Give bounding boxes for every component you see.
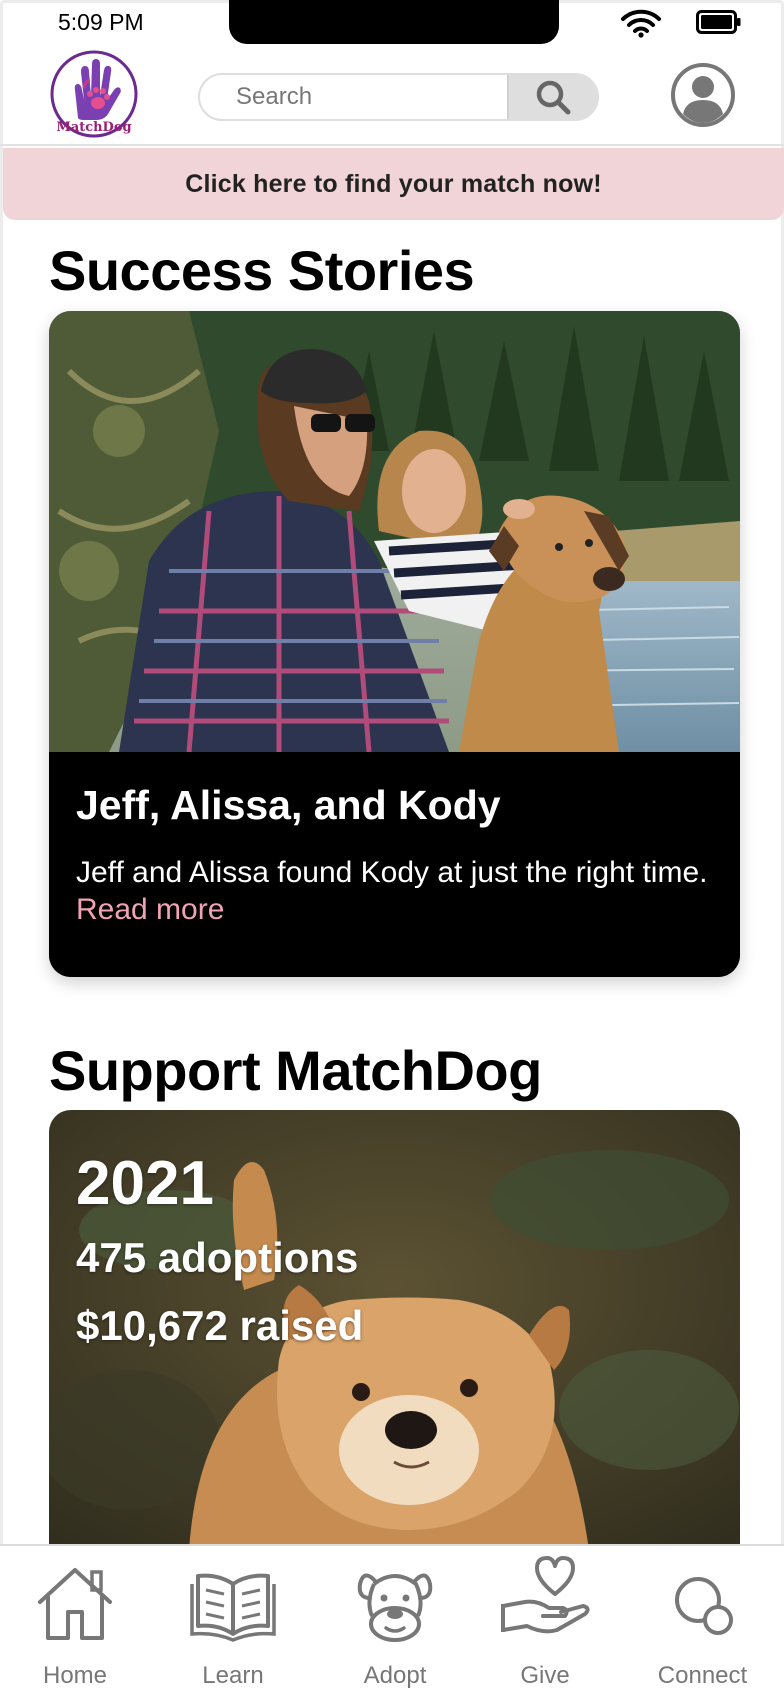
nav-label-give: Give: [520, 1662, 570, 1689]
story-text: Jeff and Alissa found Kody at just the r…: [76, 856, 708, 889]
nav-label-learn: Learn: [202, 1662, 264, 1689]
search-input[interactable]: [236, 75, 496, 119]
success-story-card[interactable]: Jeff, Alissa, and Kody Jeff and Alissa f…: [49, 311, 740, 977]
logo-wordmark: MatchDog: [56, 120, 132, 135]
nav-item-learn[interactable]: Learn: [178, 1546, 288, 1696]
search-button[interactable]: [507, 75, 597, 119]
nav-item-connect[interactable]: Connect: [650, 1546, 755, 1696]
success-stories-title: Success Stories: [49, 239, 475, 302]
nav-item-give[interactable]: Give: [490, 1546, 600, 1696]
nav-label-connect: Connect: [657, 1662, 748, 1689]
profile-avatar-icon[interactable]: [670, 62, 736, 128]
nav-item-home[interactable]: Home: [20, 1546, 130, 1696]
nav-label-home: Home: [42, 1662, 108, 1689]
story-summary: Jeff and Alissa found Kody at just the r…: [76, 854, 716, 928]
raised-stat: $10,672 raised: [76, 1302, 364, 1349]
matchdog-logo[interactable]: MatchDog: [48, 48, 140, 140]
adoptions-stat: 475 adoptions: [76, 1234, 359, 1281]
device-notch: [229, 0, 559, 44]
bottom-nav: Home Learn Adopt Give Connect: [0, 1544, 784, 1696]
story-name: Jeff, Alissa, and Kody: [76, 782, 501, 828]
status-time: 5:09 PM: [58, 9, 144, 35]
support-title: Support MatchDog: [49, 1039, 542, 1102]
status-bar: 5:09 PM: [0, 0, 784, 46]
search-icon: [536, 80, 571, 115]
read-more-link[interactable]: Read more: [76, 893, 224, 926]
support-card[interactable]: 2021 475 adoptions $10,672 raised: [49, 1110, 740, 1550]
home-icon: [38, 1568, 112, 1640]
heart-hand-icon: [501, 1556, 590, 1634]
battery-icon: [696, 10, 741, 34]
dog-icon: [357, 1573, 433, 1642]
book-icon: [190, 1573, 276, 1642]
support-year: 2021: [76, 1149, 214, 1218]
story-photo: [49, 311, 740, 752]
nav-item-adopt[interactable]: Adopt: [340, 1546, 450, 1696]
story-caption: Jeff, Alissa, and Kody Jeff and Alissa f…: [49, 752, 740, 977]
chat-bubbles-icon: [674, 1577, 733, 1635]
search-bar: [198, 73, 599, 121]
app-header: MatchDog: [0, 46, 784, 146]
wifi-icon: [621, 9, 661, 38]
banner-text: Click here to find your match now!: [185, 169, 602, 198]
find-match-banner[interactable]: Click here to find your match now!: [3, 148, 784, 220]
nav-label-adopt: Adopt: [363, 1662, 427, 1689]
